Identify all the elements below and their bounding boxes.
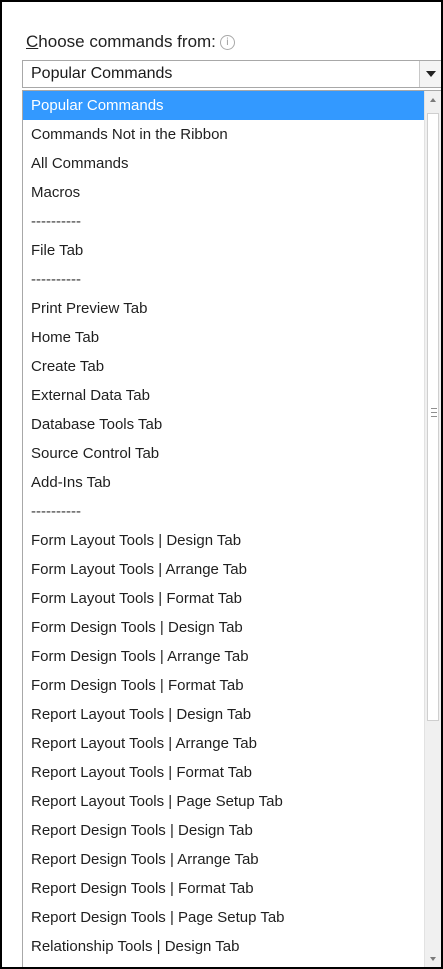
list-item[interactable]: Form Design Tools | Format Tab bbox=[23, 671, 425, 700]
dropdown-arrow-button[interactable] bbox=[419, 61, 441, 87]
list-item[interactable]: All Commands bbox=[23, 149, 425, 178]
scrollbar-thumb[interactable] bbox=[427, 113, 439, 721]
list-item[interactable]: Create Tab bbox=[23, 352, 425, 381]
list-separator: ---------- bbox=[31, 271, 81, 288]
list-item[interactable]: Form Design Tools | Arrange Tab bbox=[23, 642, 425, 671]
grip-icon bbox=[431, 408, 437, 417]
list-item[interactable]: Report Design Tools | Page Setup Tab bbox=[23, 903, 425, 932]
label-accelerator: C bbox=[26, 32, 39, 51]
commands-source-dropdown[interactable]: Popular Commands bbox=[22, 60, 441, 88]
list-item[interactable]: Report Design Tools | Format Tab bbox=[23, 874, 425, 903]
list-item[interactable]: Query Tools | Design Tab bbox=[23, 961, 425, 967]
list-item[interactable]: Form Layout Tools | Design Tab bbox=[23, 526, 425, 555]
list-item[interactable]: Report Layout Tools | Format Tab bbox=[23, 758, 425, 787]
list-item[interactable]: Form Layout Tools | Arrange Tab bbox=[23, 555, 425, 584]
list-item[interactable]: Popular Commands bbox=[23, 91, 425, 120]
list-item[interactable]: Home Tab bbox=[23, 323, 425, 352]
arrow-up-icon bbox=[430, 98, 436, 102]
list-separator: ---------- bbox=[31, 213, 81, 230]
list-item[interactable]: Commands Not in the Ribbon bbox=[23, 120, 425, 149]
list-item[interactable]: Report Design Tools | Arrange Tab bbox=[23, 845, 425, 874]
list-item[interactable]: Form Design Tools | Design Tab bbox=[23, 613, 425, 642]
list-item[interactable]: External Data Tab bbox=[23, 381, 425, 410]
list-item[interactable]: Report Layout Tools | Page Setup Tab bbox=[23, 787, 425, 816]
list-item[interactable]: Relationship Tools | Design Tab bbox=[23, 932, 425, 961]
dropdown-selected-value: Popular Commands bbox=[31, 65, 173, 82]
list-item[interactable]: Report Layout Tools | Design Tab bbox=[23, 700, 425, 729]
list-item[interactable]: Print Preview Tab bbox=[23, 294, 425, 323]
label-text: hoose commands from: bbox=[38, 32, 216, 51]
list-item[interactable]: Report Layout Tools | Arrange Tab bbox=[23, 729, 425, 758]
list-item[interactable]: Database Tools Tab bbox=[23, 410, 425, 439]
list-item[interactable]: Source Control Tab bbox=[23, 439, 425, 468]
list-item[interactable]: Report Design Tools | Design Tab bbox=[23, 816, 425, 845]
commands-panel: Choose commands from: i Popular Commands… bbox=[0, 0, 443, 969]
commands-source-list[interactable]: Popular Commands Commands Not in the Ribb… bbox=[22, 90, 441, 967]
list-separator: ---------- bbox=[31, 503, 81, 520]
list-items-container: Popular Commands Commands Not in the Ribb… bbox=[23, 91, 425, 967]
vertical-scrollbar[interactable] bbox=[424, 91, 441, 967]
info-icon[interactable]: i bbox=[219, 34, 235, 50]
choose-commands-label: Choose commands from: i bbox=[26, 32, 235, 52]
arrow-down-icon bbox=[430, 957, 436, 961]
chevron-down-icon bbox=[426, 71, 436, 77]
list-item[interactable]: Form Layout Tools | Format Tab bbox=[23, 584, 425, 613]
scroll-up-button[interactable] bbox=[425, 91, 441, 108]
list-item[interactable]: Add-Ins Tab bbox=[23, 468, 425, 497]
list-item[interactable]: File Tab bbox=[23, 236, 425, 265]
scroll-down-button[interactable] bbox=[425, 951, 441, 967]
list-item[interactable]: Macros bbox=[23, 178, 425, 207]
